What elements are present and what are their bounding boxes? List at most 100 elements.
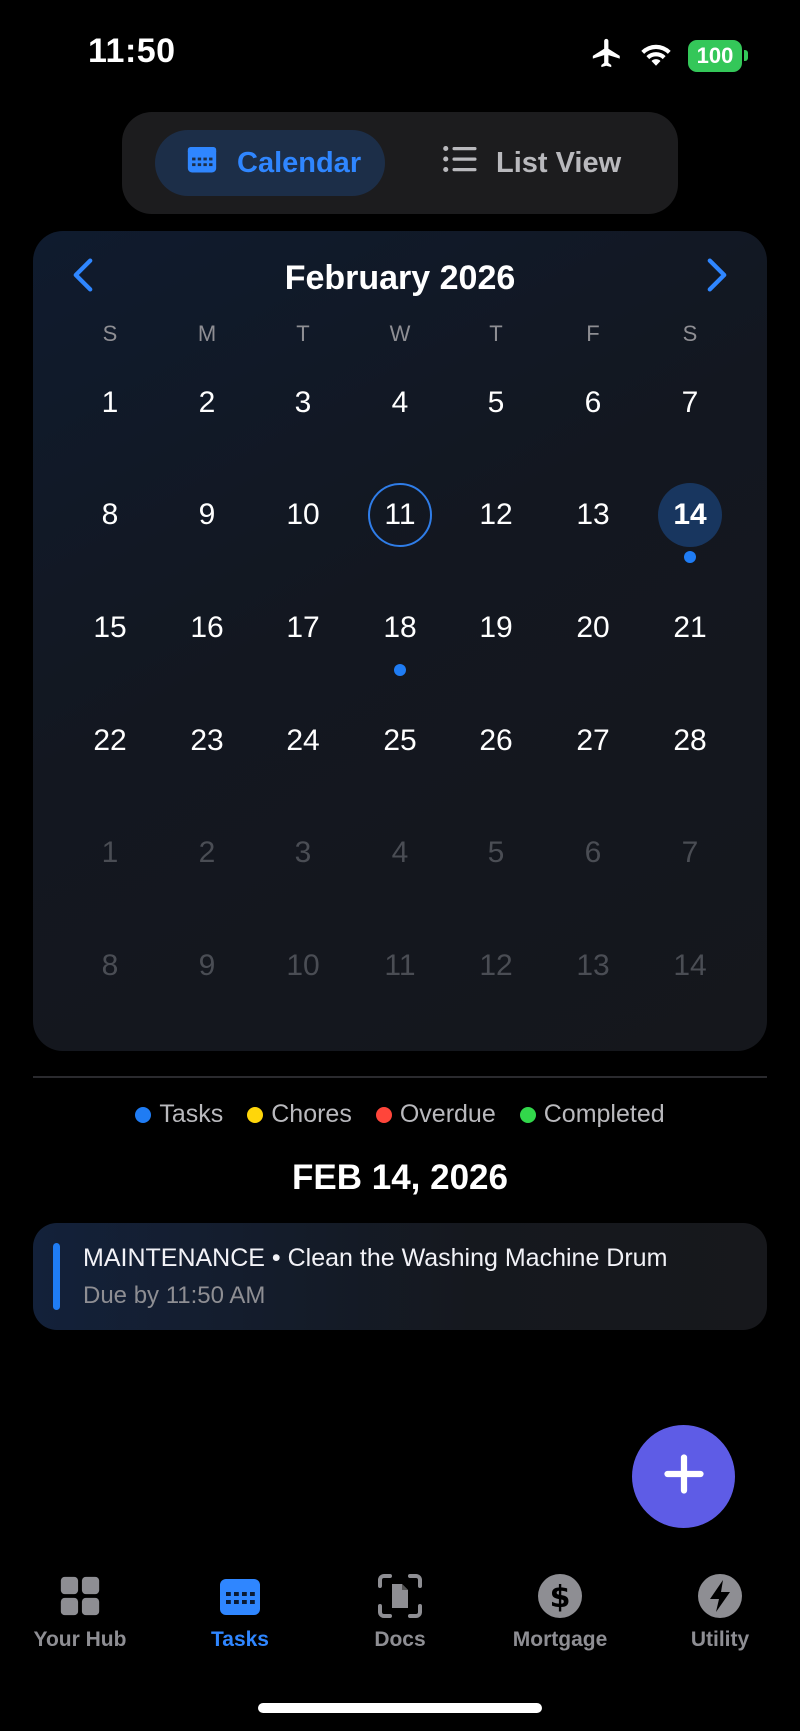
battery-indicator: 100 [688, 39, 748, 72]
weekday-label: S [102, 321, 118, 346]
calendar-day-outside-month[interactable]: 8 [78, 934, 142, 998]
tab-label: Your Hub [33, 1628, 127, 1651]
calendar-day[interactable]: 23 [175, 709, 239, 773]
battery-level: 100 [688, 39, 742, 72]
calendar-day[interactable]: 19 [464, 596, 528, 660]
task-title: MAINTENANCE • Clean the Washing Machine … [83, 1244, 668, 1272]
calendar-day[interactable]: 7 [658, 371, 722, 435]
legend-label: Overdue [399, 1100, 496, 1128]
svg-text:$: $ [550, 1580, 571, 1615]
legend-dot [375, 1106, 392, 1123]
list-view-button[interactable]: List View [442, 130, 621, 196]
calendar-day-outside-month[interactable]: 12 [464, 934, 528, 998]
month-title: February 2026 [284, 259, 516, 297]
calendar-day-outside-month[interactable]: 2 [175, 821, 239, 885]
weekday-label: T [489, 321, 503, 346]
calendar-day[interactable]: 1 [78, 371, 142, 435]
calendar-view-label: Calendar [237, 146, 362, 179]
calendar-day-outside-month[interactable]: 9 [175, 934, 239, 998]
legend-item-completed: Completed [519, 1100, 665, 1129]
legend-label: Completed [543, 1100, 665, 1128]
calendar-day[interactable]: 17 [271, 596, 335, 660]
calendar-day[interactable]: 13 [561, 483, 625, 547]
weekday-label: W [389, 321, 411, 346]
calendar-icon [214, 1570, 266, 1622]
calendar-day[interactable]: 5 [464, 371, 528, 435]
calendar-day[interactable]: 28 [658, 709, 722, 773]
add-task-button[interactable] [632, 1425, 735, 1528]
bolt-icon [694, 1570, 746, 1622]
status-bar: 11:50 100 [0, 0, 800, 110]
calendar-day[interactable]: 25 [368, 709, 432, 773]
calendar-day[interactable]: 10 [271, 483, 335, 547]
calendar-day[interactable]: 11 [368, 483, 432, 547]
calendar-day[interactable]: 27 [561, 709, 625, 773]
calendar-day-outside-month[interactable]: 14 [658, 934, 722, 998]
calendar-day-outside-month[interactable]: 5 [464, 821, 528, 885]
calendar-day-outside-month[interactable]: 4 [368, 821, 432, 885]
tab-utility[interactable]: Utility [640, 1570, 800, 1652]
calendar-day[interactable]: 22 [78, 709, 142, 773]
home-indicator[interactable] [258, 1703, 542, 1713]
tab-label: Utility [690, 1628, 750, 1651]
legend-label: Chores [271, 1100, 352, 1128]
task-indicator-dot [394, 664, 406, 676]
legend-item-chores: Chores [247, 1100, 352, 1129]
calendar-day[interactable]: 24 [271, 709, 335, 773]
dollar-icon: $ [534, 1570, 586, 1622]
airplane-icon [590, 36, 624, 75]
legend: Tasks Chores Overdue Completed [0, 1100, 800, 1129]
calendar-day[interactable]: 26 [464, 709, 528, 773]
calendar-day[interactable]: 9 [175, 483, 239, 547]
divider [33, 1076, 767, 1078]
grid-icon [54, 1570, 106, 1622]
calendar-day[interactable]: 16 [175, 596, 239, 660]
tab-mortgage[interactable]: $ Mortgage [480, 1570, 640, 1652]
list-view-label: List View [496, 146, 622, 179]
calendar-day[interactable]: 15 [78, 596, 142, 660]
legend-dot [135, 1106, 152, 1123]
calendar-day-outside-month[interactable]: 10 [271, 934, 335, 998]
calendar-day[interactable]: 2 [175, 371, 239, 435]
calendar-day[interactable]: 8 [78, 483, 142, 547]
calendar-day-outside-month[interactable]: 7 [658, 821, 722, 885]
next-month-button[interactable] [697, 255, 737, 299]
legend-item-tasks: Tasks [135, 1100, 223, 1129]
calendar-day[interactable]: 6 [561, 371, 625, 435]
legend-dot [247, 1106, 264, 1123]
calendar-day-outside-month[interactable]: 1 [78, 821, 142, 885]
tab-tasks[interactable]: Tasks [160, 1570, 320, 1652]
calendar-day[interactable]: 21 [658, 596, 722, 660]
tab-label: Mortgage [512, 1628, 608, 1651]
calendar-day[interactable]: 20 [561, 596, 625, 660]
calendar-day-outside-month[interactable]: 13 [561, 934, 625, 998]
task-card[interactable]: MAINTENANCE • Clean the Washing Machine … [33, 1223, 767, 1330]
status-time: 11:50 [88, 32, 176, 70]
chevron-right-icon [706, 257, 728, 298]
weekday-label: F [586, 321, 600, 346]
calendar-day[interactable]: 3 [271, 371, 335, 435]
legend-dot [519, 1106, 536, 1123]
tab-your-hub[interactable]: Your Hub [0, 1570, 160, 1652]
selected-date-heading: FEB 14, 2026 [292, 1158, 508, 1197]
calendar-day-outside-month[interactable]: 6 [561, 821, 625, 885]
calendar-icon [185, 142, 219, 184]
tab-label: Tasks [211, 1628, 269, 1651]
tab-docs[interactable]: Docs [320, 1570, 480, 1652]
task-due: Due by 11:50 AM [83, 1282, 266, 1309]
tab-label: Docs [374, 1628, 426, 1651]
legend-label: Tasks [159, 1100, 224, 1128]
document-scan-icon [374, 1570, 426, 1622]
calendar-day-outside-month[interactable]: 11 [368, 934, 432, 998]
task-accent-bar [53, 1243, 60, 1310]
calendar-view-button[interactable]: Calendar [155, 130, 385, 196]
legend-item-overdue: Overdue [375, 1100, 496, 1129]
weekday-label: T [296, 321, 310, 346]
wifi-icon [638, 38, 674, 73]
calendar-day-outside-month[interactable]: 3 [271, 821, 335, 885]
calendar-day[interactable]: 4 [368, 371, 432, 435]
calendar-day[interactable]: 18 [368, 596, 432, 660]
calendar-day[interactable]: 14 [658, 483, 722, 547]
calendar-day[interactable]: 12 [464, 483, 528, 547]
weekday-label: M [197, 321, 217, 346]
